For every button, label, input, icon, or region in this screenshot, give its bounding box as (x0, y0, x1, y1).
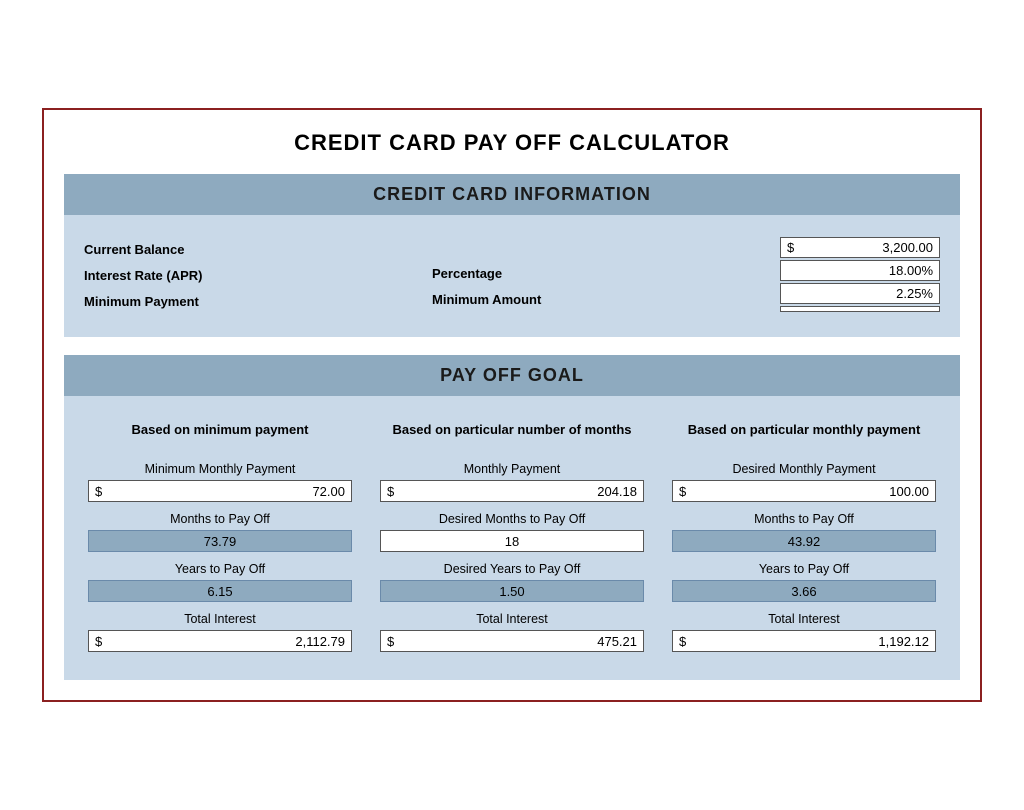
label-interest-rate: Interest Rate (APR) (84, 263, 432, 289)
col3-field3-label: Years to Pay Off (759, 562, 849, 576)
label-percentage: Percentage (432, 261, 780, 287)
col2-field2-label: Desired Months to Pay Off (439, 512, 585, 526)
col3-dollar1: $ (679, 484, 686, 499)
interest-rate-value-box[interactable]: 18.00% (780, 260, 940, 281)
min-payment-amt-box[interactable] (780, 306, 940, 312)
col1-field4-label: Total Interest (184, 612, 256, 626)
col3-total-interest-box: $ 1,192.12 (672, 630, 936, 652)
col3-field1-label: Desired Monthly Payment (732, 462, 875, 476)
info-labels: Current Balance Interest Rate (APR) Mini… (84, 233, 432, 315)
col2-dollar4: $ (387, 634, 394, 649)
col2-dollar1: $ (387, 484, 394, 499)
payoff-section: PAY OFF GOAL Based on minimum payment Mi… (64, 355, 960, 680)
label-current-balance: Current Balance (84, 237, 432, 263)
col2-monthly-value: 204.18 (400, 484, 637, 499)
col2-months-result[interactable]: 18 (380, 530, 644, 552)
col3-desired-monthly-value: 100.00 (692, 484, 929, 499)
col2-header: Based on particular number of months (392, 406, 631, 452)
min-payment-pct-box[interactable]: 2.25% (780, 283, 940, 304)
page-title: CREDIT CARD PAY OFF CALCULATOR (64, 130, 960, 156)
col2-years-result: 1.50 (380, 580, 644, 602)
col1-min-monthly-value: 72.00 (108, 484, 345, 499)
col1-field1-label: Minimum Monthly Payment (145, 462, 296, 476)
col1-header: Based on minimum payment (132, 406, 309, 452)
col1-field3-label: Years to Pay Off (175, 562, 265, 576)
col3-years-result: 3.66 (672, 580, 936, 602)
label-minimum-amount: Minimum Amount (432, 287, 780, 313)
col2-total-interest-box: $ 475.21 (380, 630, 644, 652)
col2-monthly-payment-box[interactable]: $ 204.18 (380, 480, 644, 502)
col-particular-months: Based on particular number of months Mon… (366, 396, 658, 662)
col1-total-interest-box: $ 2,112.79 (88, 630, 352, 652)
col2-total-interest-value: 475.21 (400, 634, 637, 649)
col3-field4-label: Total Interest (768, 612, 840, 626)
col2-field4-label: Total Interest (476, 612, 548, 626)
min-payment-pct-value: 2.25% (787, 286, 933, 301)
credit-card-info: Current Balance Interest Rate (APR) Mini… (64, 215, 960, 337)
col2-field1-label: Monthly Payment (464, 462, 561, 476)
col-minimum-payment: Based on minimum payment Minimum Monthly… (74, 396, 366, 662)
balance-value-box[interactable]: $ 3,200.00 (780, 237, 940, 258)
col3-header: Based on particular monthly payment (688, 406, 921, 452)
calculator-container: CREDIT CARD PAY OFF CALCULATOR CREDIT CA… (42, 108, 982, 702)
col1-dollar1: $ (95, 484, 102, 499)
col1-field2-label: Months to Pay Off (170, 512, 270, 526)
col3-total-interest-value: 1,192.12 (692, 634, 929, 649)
col3-field2-label: Months to Pay Off (754, 512, 854, 526)
col3-months-result: 43.92 (672, 530, 936, 552)
col1-dollar4: $ (95, 634, 102, 649)
balance-dollar: $ (787, 240, 794, 255)
interest-rate-value: 18.00% (787, 263, 933, 278)
info-values: $ 3,200.00 18.00% 2.25% (780, 233, 940, 312)
payoff-section-header: PAY OFF GOAL (64, 355, 960, 396)
col1-years-result: 6.15 (88, 580, 352, 602)
col1-months-result: 73.79 (88, 530, 352, 552)
credit-card-section-header: CREDIT CARD INFORMATION (64, 174, 960, 215)
col1-total-interest-value: 2,112.79 (108, 634, 345, 649)
col3-dollar4: $ (679, 634, 686, 649)
col1-min-monthly-payment-box[interactable]: $ 72.00 (88, 480, 352, 502)
col-particular-payment: Based on particular monthly payment Desi… (658, 396, 950, 662)
balance-value: 3,200.00 (800, 240, 933, 255)
label-minimum-payment: Minimum Payment (84, 289, 432, 315)
info-row: Current Balance Interest Rate (APR) Mini… (84, 233, 940, 315)
col2-field3-label: Desired Years to Pay Off (444, 562, 581, 576)
info-mid: Percentage Minimum Amount (432, 233, 780, 313)
col3-desired-monthly-box[interactable]: $ 100.00 (672, 480, 936, 502)
payoff-grid: Based on minimum payment Minimum Monthly… (64, 396, 960, 662)
